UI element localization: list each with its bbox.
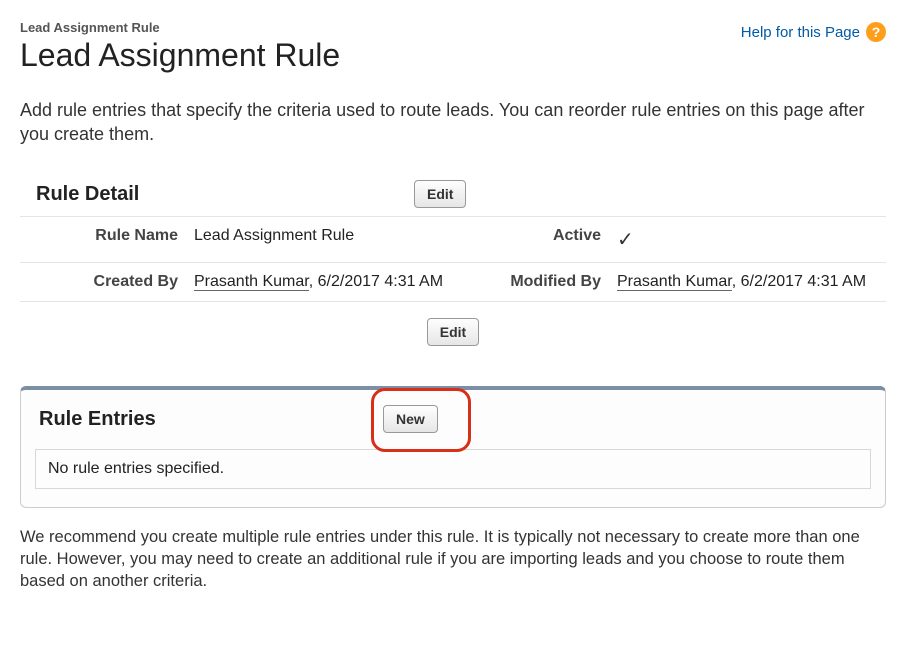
help-link[interactable]: Help for this Page ? xyxy=(741,22,886,42)
table-row: Created By Prasanth Kumar, 6/2/2017 4:31… xyxy=(20,262,886,301)
breadcrumb: Lead Assignment Rule xyxy=(20,20,340,35)
help-link-text: Help for this Page xyxy=(741,24,860,41)
created-by-time: , 6/2/2017 4:31 AM xyxy=(309,273,443,290)
rule-name-label: Rule Name xyxy=(20,216,186,262)
modified-by-label: Modified By xyxy=(463,262,609,301)
edit-button[interactable]: Edit xyxy=(414,180,466,208)
table-row: Rule Name Lead Assignment Rule Active ✓ xyxy=(20,216,886,262)
rule-detail-title: Rule Detail xyxy=(20,179,376,210)
rule-detail-section: Rule Detail Edit Rule Name Lead Assignme… xyxy=(20,179,886,386)
edit-button-bottom[interactable]: Edit xyxy=(427,318,479,346)
active-label: Active xyxy=(463,216,609,262)
empty-rule-entries-message: No rule entries specified. xyxy=(35,449,871,489)
rule-entries-section: Rule Entries New No rule entries specifi… xyxy=(20,386,886,508)
page-description: Add rule entries that specify the criter… xyxy=(20,98,886,147)
footer-note: We recommend you create multiple rule en… xyxy=(20,526,886,593)
active-checkmark-icon: ✓ xyxy=(617,229,634,251)
new-button[interactable]: New xyxy=(383,405,438,433)
rule-name-value: Lead Assignment Rule xyxy=(186,216,463,262)
modified-by-user-link[interactable]: Prasanth Kumar xyxy=(617,273,732,291)
rule-entries-title: Rule Entries xyxy=(35,404,156,435)
page-title: Lead Assignment Rule xyxy=(20,37,340,74)
modified-by-time: , 6/2/2017 4:31 AM xyxy=(732,273,866,290)
rule-detail-table: Rule Name Lead Assignment Rule Active ✓ … xyxy=(20,216,886,302)
help-icon: ? xyxy=(866,22,886,42)
created-by-user-link[interactable]: Prasanth Kumar xyxy=(194,273,309,291)
created-by-label: Created By xyxy=(20,262,186,301)
